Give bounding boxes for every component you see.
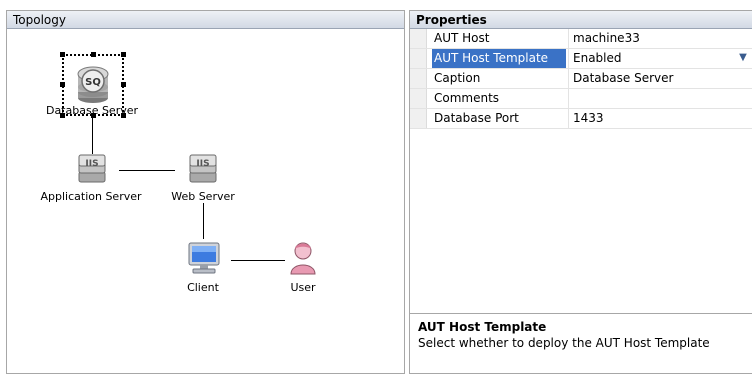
user-icon[interactable] <box>288 240 318 276</box>
svg-text:SQ: SQ <box>85 77 101 88</box>
connector-db-app <box>92 114 93 154</box>
node-label-user[interactable]: User <box>290 281 315 294</box>
node-label-application-server[interactable]: Application Server <box>40 190 141 203</box>
node-label-database-server[interactable]: Database Server <box>46 104 138 117</box>
property-value[interactable]: Database Server <box>568 69 752 88</box>
property-row-aut-host[interactable]: AUT Host machine33 <box>410 29 752 49</box>
property-name: AUT Host <box>434 31 490 45</box>
description-title: AUT Host Template <box>418 320 547 334</box>
property-grid: AUT Host machine33 AUT Host Template Ena… <box>410 29 752 129</box>
topology-canvas[interactable]: SQ Database Server IIS Application Serve… <box>7 29 404 373</box>
property-value[interactable] <box>568 89 752 108</box>
connector-web-client <box>203 203 204 239</box>
svg-text:IIS: IIS <box>196 159 209 169</box>
selection-handle[interactable] <box>121 82 126 87</box>
properties-panel-title: Properties <box>410 11 752 29</box>
property-row-database-port[interactable]: Database Port 1433 <box>410 109 752 129</box>
property-name: Caption <box>434 71 481 85</box>
property-value[interactable]: 1433 <box>568 109 752 128</box>
connector-app-web <box>119 170 175 171</box>
iis-server-icon[interactable]: IIS <box>78 154 106 184</box>
svg-text:IIS: IIS <box>85 159 98 169</box>
selection-handle[interactable] <box>91 52 96 57</box>
property-name: Comments <box>434 91 500 105</box>
dropdown-selected-value: Enabled <box>573 51 622 65</box>
property-name: Database Port <box>434 111 519 125</box>
property-value[interactable]: machine33 <box>568 29 752 48</box>
property-value-dropdown[interactable]: Enabled ▼ <box>568 49 752 68</box>
property-name: AUT Host Template <box>432 49 566 68</box>
node-label-client[interactable]: Client <box>187 281 219 294</box>
selection-handle[interactable] <box>121 52 126 57</box>
selection-handle[interactable] <box>60 82 65 87</box>
row-gutter <box>410 29 427 48</box>
database-icon[interactable]: SQ <box>75 65 111 105</box>
property-row-aut-host-template[interactable]: AUT Host Template Enabled ▼ <box>410 49 752 69</box>
row-gutter <box>410 109 427 128</box>
chevron-down-icon[interactable]: ▼ <box>736 51 750 65</box>
properties-panel: Properties AUT Host machine33 AUT Host T… <box>409 10 752 374</box>
row-gutter <box>410 49 427 68</box>
property-description-panel: AUT Host Template Select whether to depl… <box>410 313 752 373</box>
selection-handle[interactable] <box>60 52 65 57</box>
iis-server-icon[interactable]: IIS <box>189 154 217 184</box>
description-text: Select whether to deploy the AUT Host Te… <box>418 336 710 350</box>
connector-client-user <box>231 260 285 261</box>
topology-panel: Topology SQ Database Server IIS Applicat… <box>6 10 405 374</box>
property-row-caption[interactable]: Caption Database Server <box>410 69 752 89</box>
row-gutter <box>410 89 427 108</box>
property-row-comments[interactable]: Comments <box>410 89 752 109</box>
row-gutter <box>410 69 427 88</box>
node-label-web-server[interactable]: Web Server <box>171 190 235 203</box>
topology-panel-title: Topology <box>7 11 404 29</box>
monitor-icon[interactable] <box>187 241 221 275</box>
